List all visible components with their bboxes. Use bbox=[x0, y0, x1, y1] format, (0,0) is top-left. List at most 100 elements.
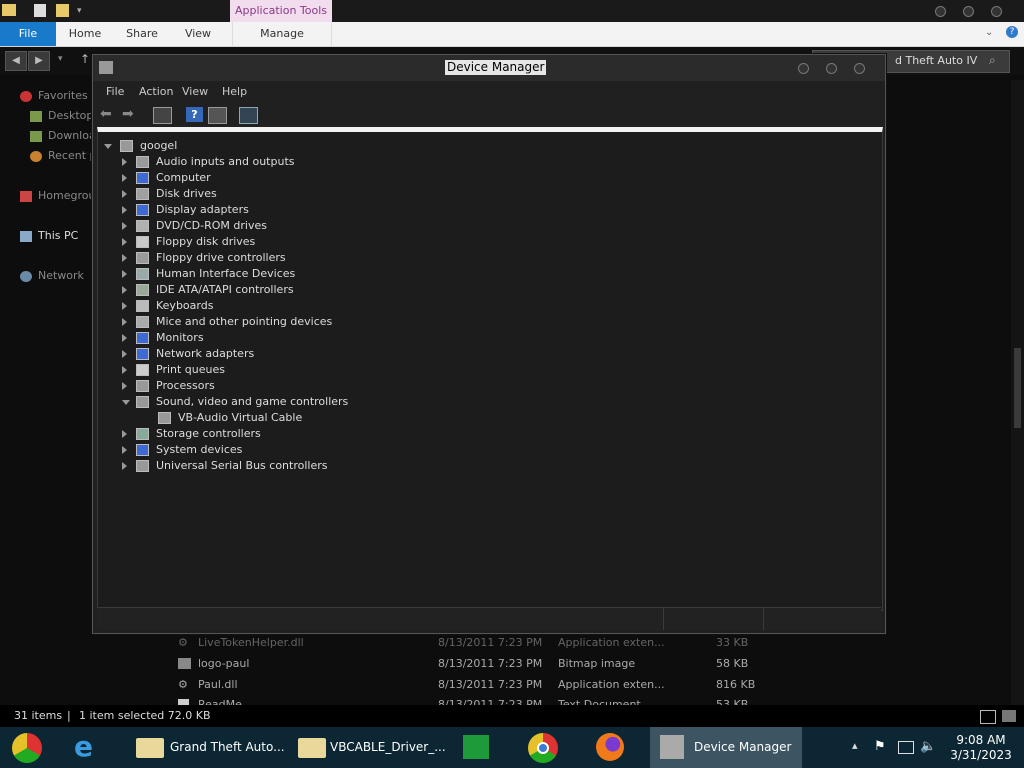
taskbar-firefox[interactable] bbox=[584, 727, 640, 768]
tab-share[interactable]: Share bbox=[120, 22, 164, 46]
expand-icon[interactable] bbox=[122, 222, 127, 230]
file-row[interactable]: ⚙ Paul.dll 8/13/2011 7:23 PM Application… bbox=[178, 676, 778, 694]
computer-icon bbox=[20, 230, 32, 242]
device-category-icon bbox=[136, 332, 149, 344]
title-bar[interactable]: Device Manager bbox=[93, 55, 885, 81]
help-icon[interactable]: ? bbox=[186, 107, 203, 122]
expand-icon[interactable] bbox=[122, 238, 127, 246]
expand-icon[interactable] bbox=[122, 286, 127, 294]
network-tray-icon[interactable] bbox=[898, 741, 914, 754]
show-hidden-icons-icon[interactable]: ▴ bbox=[852, 739, 858, 752]
tab-manage[interactable]: Manage bbox=[232, 22, 332, 46]
tab-home[interactable]: Home bbox=[62, 22, 108, 46]
device-category-icon bbox=[136, 428, 149, 440]
taskbar-device-manager[interactable]: Device Manager bbox=[650, 727, 802, 768]
sidebar-item-homegroup[interactable]: Homegroup bbox=[20, 188, 102, 204]
tree-label: Audio inputs and outputs bbox=[156, 155, 295, 168]
help-icon[interactable]: ? bbox=[1006, 26, 1018, 38]
tab-file[interactable]: File bbox=[0, 22, 56, 46]
action-center-flag-icon[interactable]: ⚑ bbox=[874, 739, 886, 754]
sidebar-item-this-pc[interactable]: This PC bbox=[20, 228, 78, 244]
recent-locations-icon[interactable]: ▾ bbox=[58, 54, 63, 64]
expand-icon[interactable] bbox=[122, 190, 127, 198]
expand-icon[interactable] bbox=[122, 254, 127, 262]
customize-qat-icon[interactable]: ▾ bbox=[77, 6, 82, 16]
file-row[interactable]: ⚙ LiveTokenHelper.dll 8/13/2011 7:23 PM … bbox=[178, 634, 778, 652]
properties-icon[interactable] bbox=[34, 4, 46, 17]
expand-icon[interactable] bbox=[122, 446, 127, 454]
expand-icon[interactable] bbox=[122, 174, 127, 182]
expand-icon[interactable] bbox=[122, 206, 127, 214]
search-icon[interactable]: ⌕ bbox=[989, 53, 996, 68]
sidebar-item-favorites[interactable]: Favorites bbox=[20, 88, 88, 104]
sidebar-item-desktop[interactable]: Desktop bbox=[30, 108, 93, 124]
sidebar-item-network[interactable]: Network bbox=[20, 268, 84, 284]
details-view-icon[interactable] bbox=[980, 710, 996, 724]
menu-file[interactable]: File bbox=[106, 85, 124, 98]
item-count: 31 items bbox=[14, 709, 63, 722]
device-category-icon bbox=[136, 204, 149, 216]
collapse-icon[interactable] bbox=[104, 144, 112, 149]
gear-icon: ⚙ bbox=[178, 678, 188, 691]
tree-label: Processors bbox=[156, 379, 215, 392]
minimize-button[interactable] bbox=[798, 63, 809, 74]
device-category-icon bbox=[136, 220, 149, 232]
collapse-icon[interactable] bbox=[122, 400, 130, 405]
expand-icon[interactable] bbox=[122, 382, 127, 390]
back-button[interactable]: ◀ bbox=[5, 51, 27, 71]
maximize-button[interactable] bbox=[826, 63, 837, 74]
expand-icon[interactable] bbox=[122, 318, 127, 326]
tree-label: Display adapters bbox=[156, 203, 249, 216]
back-arrow-icon[interactable]: ⬅ bbox=[100, 107, 117, 122]
menu-action[interactable]: Action bbox=[139, 85, 173, 98]
device-category-icon bbox=[136, 236, 149, 248]
expand-icon[interactable] bbox=[122, 158, 127, 166]
menu-view[interactable]: View bbox=[182, 85, 208, 98]
taskbar-chrome[interactable] bbox=[516, 727, 572, 768]
expand-icon[interactable] bbox=[122, 462, 127, 470]
menu-help[interactable]: Help bbox=[222, 85, 247, 98]
ribbon-expand-icon[interactable]: ⌄ bbox=[985, 27, 993, 38]
up-arrow-icon[interactable]: ↑ bbox=[80, 52, 90, 66]
tree-label: IDE ATA/ATAPI controllers bbox=[156, 283, 294, 296]
taskbar-chrome-variant[interactable] bbox=[0, 727, 58, 768]
chrome-icon bbox=[528, 733, 558, 763]
new-folder-icon[interactable] bbox=[56, 4, 69, 17]
forward-button[interactable]: ▶ bbox=[28, 51, 50, 71]
file-row[interactable]: ReadMe 8/13/2011 7:23 PM Text Document 5… bbox=[178, 696, 778, 705]
gear-icon: ⚙ bbox=[178, 636, 188, 649]
network-icon bbox=[20, 270, 32, 282]
expand-icon[interactable] bbox=[122, 302, 127, 310]
expand-icon[interactable] bbox=[122, 350, 127, 358]
system-clock[interactable]: 9:08 AM 3/31/2023 bbox=[948, 733, 1014, 763]
device-category-icon bbox=[158, 412, 171, 424]
device-tree[interactable]: googel Audio inputs and outputs Computer D… bbox=[97, 127, 883, 611]
minimize-button[interactable] bbox=[935, 6, 946, 17]
large-icons-view-icon[interactable] bbox=[1002, 710, 1016, 722]
file-row[interactable]: logo-paul 8/13/2011 7:23 PM Bitmap image… bbox=[178, 655, 778, 673]
volume-icon[interactable]: 🔈 bbox=[920, 739, 936, 754]
expand-icon[interactable] bbox=[122, 270, 127, 278]
expand-icon[interactable] bbox=[122, 334, 127, 342]
taskbar-store[interactable] bbox=[450, 727, 504, 768]
scrollbar-thumb[interactable] bbox=[1014, 348, 1021, 428]
show-hidden-icon[interactable] bbox=[208, 107, 227, 124]
expand-icon[interactable] bbox=[122, 366, 127, 374]
tab-view[interactable]: View bbox=[178, 22, 218, 46]
properties-icon[interactable] bbox=[153, 107, 172, 124]
vertical-scrollbar[interactable] bbox=[1011, 80, 1024, 705]
close-button[interactable] bbox=[854, 63, 865, 74]
forward-arrow-icon[interactable]: ➡ bbox=[122, 107, 139, 122]
maximize-button[interactable] bbox=[963, 6, 974, 17]
device-category-icon bbox=[136, 284, 149, 296]
expand-icon[interactable] bbox=[122, 430, 127, 438]
device-manager-window: Device Manager File Action View Help ⬅ ➡… bbox=[92, 54, 886, 634]
scan-hardware-icon[interactable] bbox=[239, 107, 258, 124]
taskbar-vbcable-folder[interactable]: VBCABLE_Driver_... bbox=[288, 727, 446, 768]
tree-label: Storage controllers bbox=[156, 427, 261, 440]
tree-label: Mice and other pointing devices bbox=[156, 315, 333, 328]
close-button[interactable] bbox=[991, 6, 1002, 17]
tree-label: Human Interface Devices bbox=[156, 267, 296, 280]
taskbar-grand-theft-auto-folder[interactable]: Grand Theft Auto... bbox=[126, 727, 285, 768]
taskbar-internet-explorer[interactable]: e bbox=[62, 727, 116, 768]
